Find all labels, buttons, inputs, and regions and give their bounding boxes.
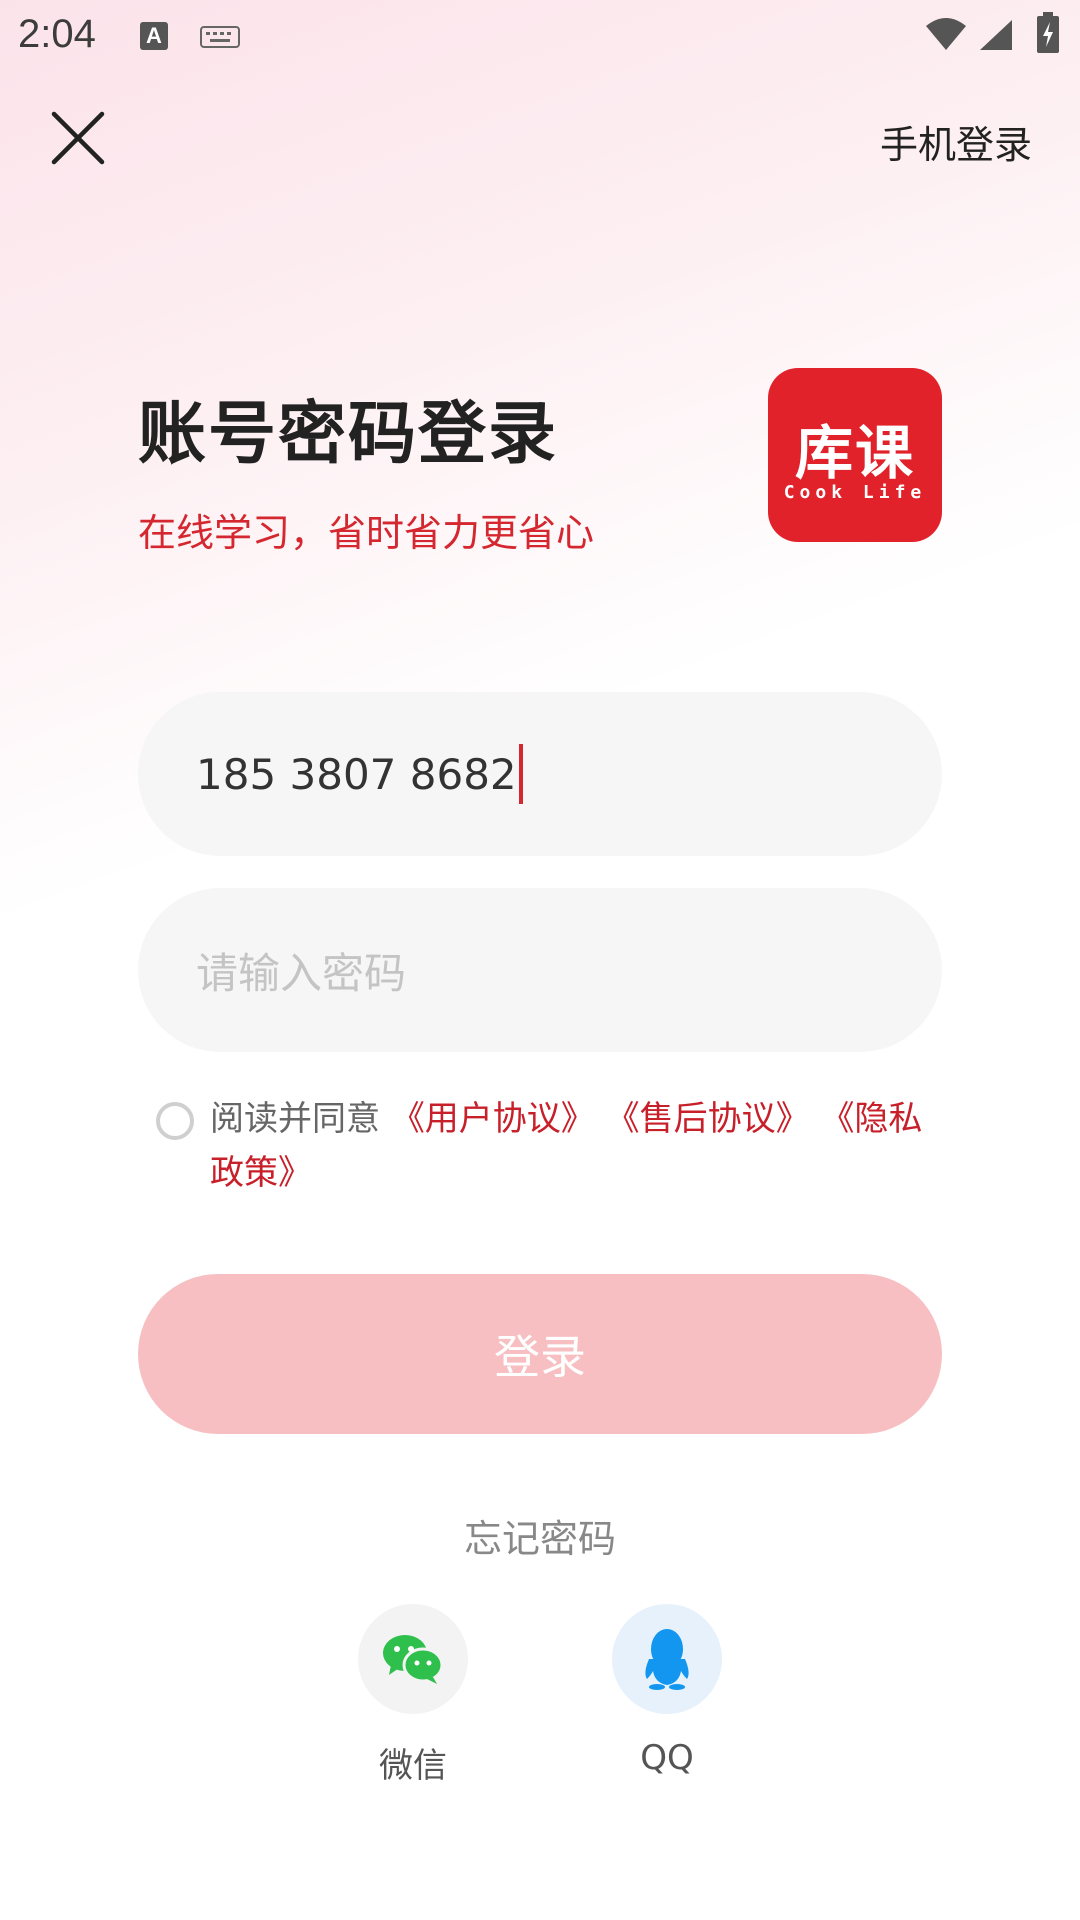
wifi-icon — [926, 18, 966, 50]
after-sales-agreement-link[interactable]: 《售后协议》 — [606, 1099, 810, 1139]
page-subtitle: 在线学习，省时省力更省心 — [138, 511, 595, 555]
agreement-prefix: 阅读并同意 — [210, 1099, 380, 1139]
text-caret — [518, 744, 523, 804]
signal-icon — [980, 20, 1012, 50]
qq-icon — [645, 1629, 689, 1690]
page-title: 账号密码登录 — [138, 395, 559, 474]
phone-login-link[interactable]: 手机登录 — [880, 114, 1032, 169]
wechat-login-button[interactable]: 微信 — [358, 1604, 468, 1786]
close-icon[interactable] — [48, 108, 108, 168]
password-placeholder: 请输入密码 — [196, 948, 407, 998]
agreement-checkbox[interactable] — [156, 1102, 194, 1140]
password-input[interactable]: 请输入密码 — [138, 888, 942, 1052]
user-agreement-link[interactable]: 《用户协议》 — [391, 1099, 595, 1139]
qq-login-button[interactable]: QQ — [612, 1604, 722, 1778]
phone-input[interactable]: 185 3807 8682 — [138, 692, 942, 856]
status-bar: 2:04 A — [0, 0, 1080, 72]
input-method-icon: A — [140, 22, 168, 50]
wechat-label: 微信 — [379, 1746, 447, 1786]
forgot-password-link[interactable]: 忘记密码 — [0, 1508, 1080, 1563]
phone-input-value: 185 3807 8682 — [196, 749, 517, 799]
logo-sub-text: Cook Life — [783, 482, 927, 503]
qq-label: QQ — [640, 1738, 694, 1778]
keyboard-icon — [200, 26, 240, 48]
logo-main-text: 库课 — [794, 419, 915, 487]
battery-icon — [1037, 12, 1059, 53]
wechat-icon-circle — [358, 1604, 468, 1714]
app-logo: 库课 Cook Life — [768, 368, 942, 542]
status-time: 2:04 — [18, 12, 96, 56]
qq-icon-circle — [612, 1604, 722, 1714]
login-screen: 2:04 A 手机登录 账号密码登录 在线学习，省时省力更省心 库课 Cook … — [0, 0, 1080, 1920]
agreement-text: 阅读并同意 《用户协议》 《售后协议》 《隐私政策》 — [210, 1092, 950, 1200]
wechat-icon — [383, 1635, 444, 1684]
login-button[interactable]: 登录 — [138, 1274, 942, 1434]
